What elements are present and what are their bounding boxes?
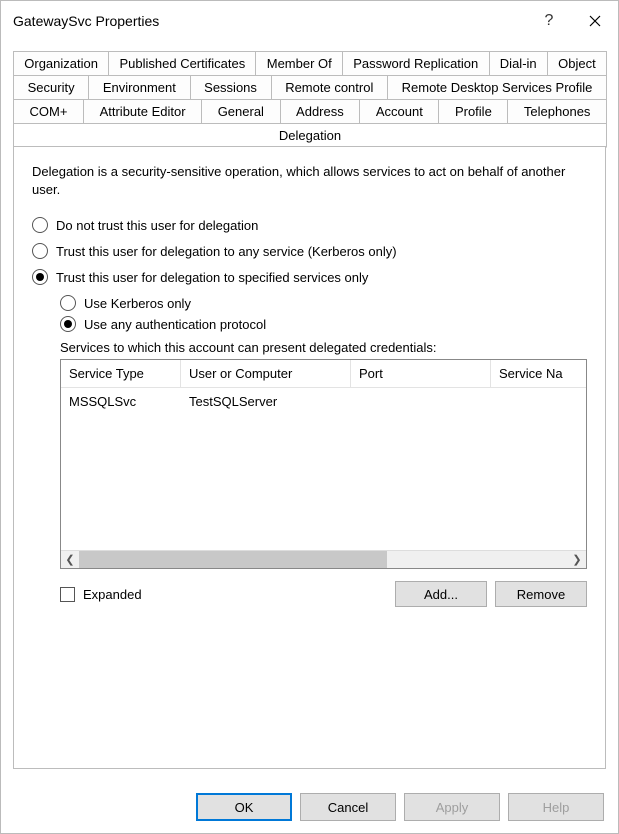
radio-icon	[32, 243, 48, 259]
tab-dial-in[interactable]: Dial-in	[489, 51, 548, 76]
properties-dialog: GatewaySvc Properties ? Organization Pub…	[0, 0, 619, 834]
checkbox-icon	[60, 587, 75, 602]
add-button[interactable]: Add...	[395, 581, 487, 607]
tab-attribute-editor[interactable]: Attribute Editor	[83, 99, 202, 124]
scroll-right-icon[interactable]: ❯	[568, 551, 586, 569]
tab-member-of[interactable]: Member Of	[255, 51, 343, 76]
listview-header: Service Type User or Computer Port Servi…	[61, 360, 586, 388]
tab-security[interactable]: Security	[13, 75, 89, 100]
tab-object[interactable]: Object	[547, 51, 607, 76]
close-icon[interactable]	[572, 1, 618, 41]
radio-no-trust[interactable]: Do not trust this user for delegation	[32, 217, 587, 233]
cell-user-or-computer: TestSQLServer	[181, 388, 351, 415]
cell-service-type: MSSQLSvc	[61, 388, 181, 415]
tab-environment[interactable]: Environment	[88, 75, 190, 100]
scroll-track[interactable]	[79, 551, 568, 569]
radio-label: Trust this user for delegation to any se…	[56, 244, 397, 259]
apply-button[interactable]: Apply	[404, 793, 500, 821]
radio-any-auth[interactable]: Use any authentication protocol	[60, 316, 587, 332]
help-button[interactable]: Help	[508, 793, 604, 821]
radio-icon	[60, 316, 76, 332]
tab-profile[interactable]: Profile	[438, 99, 508, 124]
dialog-button-row: OK Cancel Apply Help	[1, 781, 618, 833]
tab-published-certificates[interactable]: Published Certificates	[108, 51, 256, 76]
radio-icon	[32, 269, 48, 285]
scroll-thumb[interactable]	[79, 551, 387, 569]
tab-rds-profile[interactable]: Remote Desktop Services Profile	[387, 75, 607, 100]
col-service-type[interactable]: Service Type	[61, 360, 181, 388]
tab-delegation[interactable]: Delegation	[13, 123, 607, 148]
radio-icon	[32, 217, 48, 233]
tab-sessions[interactable]: Sessions	[190, 75, 272, 100]
window-title: GatewaySvc Properties	[13, 13, 526, 29]
tab-general[interactable]: General	[201, 99, 280, 124]
cell-service-name	[491, 388, 586, 415]
radio-label: Use any authentication protocol	[84, 317, 266, 332]
horizontal-scrollbar[interactable]: ❮ ❯	[61, 550, 586, 568]
tab-telephones[interactable]: Telephones	[507, 99, 607, 124]
table-row[interactable]: MSSQLSvc TestSQLServer	[61, 388, 586, 415]
radio-trust-any[interactable]: Trust this user for delegation to any se…	[32, 243, 587, 259]
checkbox-expanded[interactable]: Expanded	[60, 587, 142, 602]
radio-icon	[60, 295, 76, 311]
tab-body-delegation: Delegation is a security-sensitive opera…	[13, 146, 606, 769]
radio-label: Do not trust this user for delegation	[56, 218, 258, 233]
scroll-left-icon[interactable]: ❮	[61, 551, 79, 569]
cell-port	[351, 388, 491, 415]
client-area: Organization Published Certificates Memb…	[1, 41, 618, 781]
radio-trust-specified[interactable]: Trust this user for delegation to specif…	[32, 269, 587, 285]
radio-label: Trust this user for delegation to specif…	[56, 270, 368, 285]
tab-com-plus[interactable]: COM+	[13, 99, 84, 124]
below-list-row: Expanded Add... Remove	[60, 581, 587, 607]
tab-account[interactable]: Account	[359, 99, 439, 124]
tabstrip: Organization Published Certificates Memb…	[13, 51, 606, 147]
radio-kerberos-only[interactable]: Use Kerberos only	[60, 295, 587, 311]
tab-remote-control[interactable]: Remote control	[271, 75, 388, 100]
delegation-description: Delegation is a security-sensitive opera…	[32, 163, 587, 198]
col-service-name[interactable]: Service Na	[491, 360, 587, 388]
services-label: Services to which this account can prese…	[60, 340, 587, 355]
titlebar: GatewaySvc Properties ?	[1, 1, 618, 41]
cancel-button[interactable]: Cancel	[300, 793, 396, 821]
col-port[interactable]: Port	[351, 360, 491, 388]
tab-organization[interactable]: Organization	[13, 51, 109, 76]
col-user-or-computer[interactable]: User or Computer	[181, 360, 351, 388]
checkbox-label: Expanded	[83, 587, 142, 602]
ok-button[interactable]: OK	[196, 793, 292, 821]
services-listview[interactable]: Service Type User or Computer Port Servi…	[60, 359, 587, 569]
tab-password-replication[interactable]: Password Replication	[342, 51, 490, 76]
radio-label: Use Kerberos only	[84, 296, 191, 311]
listview-body: MSSQLSvc TestSQLServer	[61, 388, 586, 550]
remove-button[interactable]: Remove	[495, 581, 587, 607]
help-icon[interactable]: ?	[526, 1, 572, 41]
tab-address[interactable]: Address	[280, 99, 361, 124]
